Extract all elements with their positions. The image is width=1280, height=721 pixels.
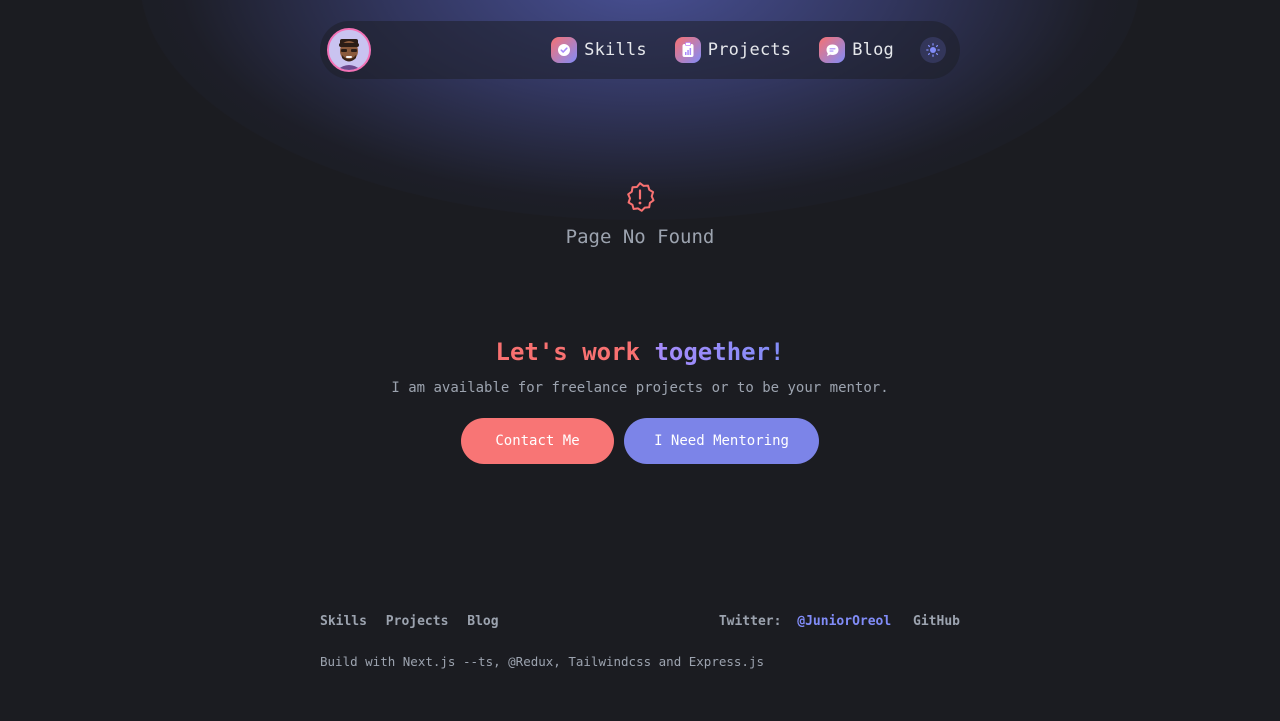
navbar: Skills Projects Blog [320, 21, 960, 79]
cta-subtitle: I am available for freelance projects or… [391, 380, 889, 396]
footer-row: Skills Projects Blog Twitter: @JuniorOre… [320, 612, 960, 630]
cta-section: Let's work together! I am available for … [0, 336, 1280, 464]
not-found-section: Page No Found [0, 180, 1280, 248]
footer-credit: Build with Next.js --ts, @Redux, Tailwin… [320, 654, 765, 669]
nav-label-projects: Projects [707, 40, 792, 60]
footer-link-blog[interactable]: Blog [467, 614, 498, 629]
cta-buttons: Contact Me I Need Mentoring [0, 418, 1280, 464]
footer-link-projects[interactable]: Projects [386, 614, 449, 629]
footer-link-skills[interactable]: Skills [320, 614, 367, 629]
chat-bubble-icon [819, 37, 846, 63]
badge-check-icon [551, 37, 578, 63]
nav-item-blog[interactable]: Blog [819, 37, 894, 63]
nav-item-skills[interactable]: Skills [551, 37, 647, 63]
need-mentoring-button[interactable]: I Need Mentoring [624, 418, 819, 464]
cta-title-part2: together! [654, 338, 785, 366]
github-link[interactable]: GitHub [913, 614, 960, 629]
clipboard-chart-icon [674, 37, 701, 63]
avatar[interactable] [327, 28, 371, 72]
page: Skills Projects Blog Page No Found Let's… [0, 0, 1280, 721]
nav-links: Skills Projects Blog [551, 21, 946, 79]
avatar-image [329, 30, 369, 70]
twitter-handle-link[interactable]: @JuniorOreol [797, 614, 891, 629]
nav-label-blog: Blog [852, 40, 894, 60]
footer-social: Twitter: @JuniorOreol GitHub [719, 614, 960, 629]
exclamation-badge-icon [627, 182, 655, 212]
nav-label-skills: Skills [584, 40, 647, 60]
not-found-text: Page No Found [565, 226, 715, 248]
footer-links: Skills Projects Blog [320, 614, 510, 629]
contact-me-button[interactable]: Contact Me [461, 418, 614, 464]
cta-title-part1: Let's work [495, 338, 641, 366]
theme-toggle-button[interactable] [920, 37, 946, 63]
footer: Skills Projects Blog Twitter: @JuniorOre… [320, 612, 960, 670]
cta-title: Let's work together! [0, 336, 1280, 368]
twitter-label: Twitter: [718, 613, 782, 629]
sun-icon [926, 43, 940, 57]
nav-item-projects[interactable]: Projects [674, 37, 792, 63]
